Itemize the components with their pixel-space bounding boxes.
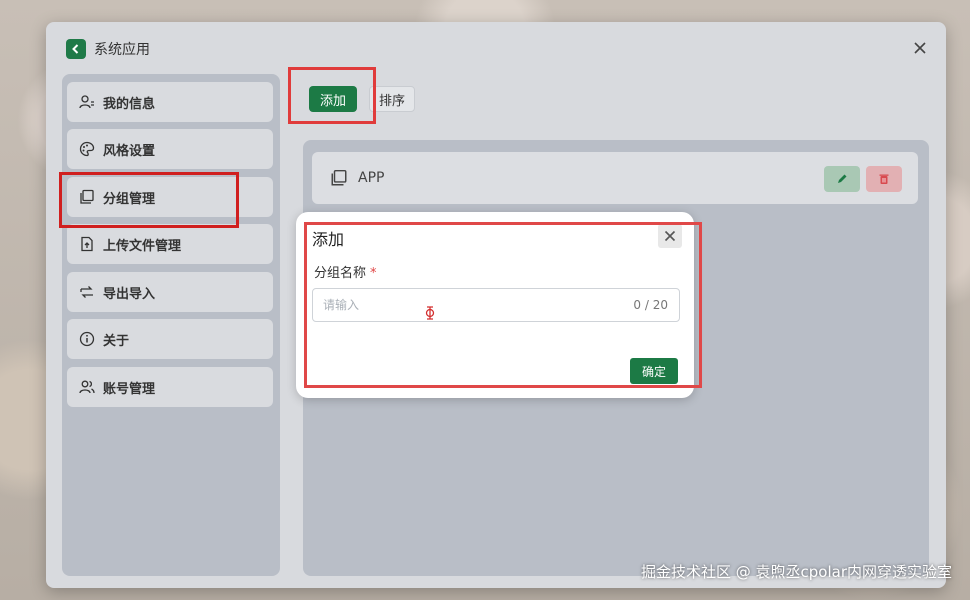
sidebar-item-label: 分组管理 [103, 191, 156, 207]
sidebar-item-account-management[interactable]: 账号管理 [67, 367, 273, 407]
confirm-button[interactable]: 确定 [630, 358, 678, 384]
app-logo-icon [66, 39, 86, 59]
sort-button[interactable]: 排序 [369, 86, 415, 112]
char-counter: 0 / 20 [633, 298, 668, 312]
sidebar-item-group-management[interactable]: 分组管理 [67, 177, 273, 217]
sidebar-item-about[interactable]: 关于 [67, 319, 273, 359]
import-export-icon [80, 286, 93, 298]
edit-group-button[interactable] [824, 166, 860, 192]
dialog-close-icon[interactable] [658, 224, 682, 248]
group-row[interactable]: APP [312, 152, 918, 204]
trash-icon [879, 174, 889, 184]
group-name-label-text: 分组名称 [314, 266, 367, 281]
add-group-dialog: 添加 分组名称* 0 / 20 确定 [296, 212, 702, 398]
group-copy-icon [331, 169, 347, 186]
sidebar-item-label: 我的信息 [103, 96, 156, 112]
sidebar-item-upload-file-management[interactable]: 上传文件管理 [67, 224, 273, 264]
delete-group-button[interactable] [866, 166, 902, 192]
watermark: 掘金技术社区 @ 袁煦丞cpolar内网穿透实验室 [640, 563, 952, 581]
window-title: 系统应用 [94, 42, 150, 58]
sidebar-item-label: 导出导入 [103, 286, 156, 302]
add-group-button[interactable]: 添加 [309, 86, 357, 112]
sidebar-item-my-info[interactable]: 我的信息 [67, 82, 273, 122]
sidebar-item-style-settings[interactable]: 风格设置 [67, 129, 273, 169]
required-mark: * [370, 266, 377, 281]
close-window-icon[interactable] [910, 38, 930, 58]
group-name-input[interactable] [312, 288, 680, 322]
dialog-title: 添加 [312, 230, 345, 249]
sidebar-item-label: 关于 [103, 333, 130, 349]
sidebar-item-label: 风格设置 [103, 143, 156, 159]
sidebar-item-import-export[interactable]: 导出导入 [67, 272, 273, 312]
file-upload-icon [81, 236, 93, 252]
users-icon [79, 380, 95, 394]
info-icon [79, 331, 95, 347]
sidebar-item-label: 上传文件管理 [103, 238, 182, 254]
sidebar-item-label: 账号管理 [103, 381, 156, 397]
user-info-icon [79, 95, 94, 109]
sidebar: 我的信息 风格设置 分组管理 上传文件管理 导出导入 关于 账号管理 [62, 74, 280, 576]
group-name-label: 分组名称 * [314, 262, 377, 281]
group-name: APP [358, 170, 385, 186]
palette-icon [79, 141, 95, 157]
edit-icon [838, 174, 847, 183]
group-copy-icon [80, 189, 94, 204]
mouse-cursor-icon [425, 306, 435, 320]
window-title-bar: 系统应用 [66, 38, 150, 60]
